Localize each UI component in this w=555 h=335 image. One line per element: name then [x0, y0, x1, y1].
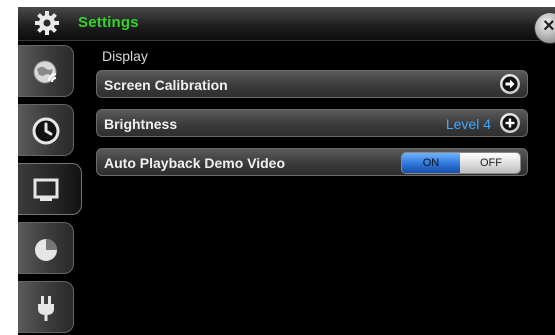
arrow-right-icon: [502, 76, 518, 92]
sidebar: [18, 41, 82, 335]
power-plug-icon: [38, 296, 54, 321]
section-title: Display: [102, 48, 148, 64]
tab-clock[interactable]: [18, 104, 74, 156]
brightness-label: Brightness: [104, 116, 178, 132]
monitor-icon: [33, 178, 59, 201]
close-icon: ×: [543, 15, 555, 37]
brightness-value: Level 4: [445, 116, 491, 132]
plus-icon: [502, 115, 518, 131]
screen-calibration-row[interactable]: Screen Calibration: [96, 70, 528, 98]
pie-chart-icon: [35, 239, 57, 261]
clock-icon: [32, 117, 60, 145]
brightness-button[interactable]: [500, 113, 520, 133]
auto-playback-toggle[interactable]: ON OFF: [401, 152, 521, 174]
tab-network[interactable]: [18, 45, 74, 97]
window-title: Settings: [78, 14, 139, 31]
tab-display[interactable]: [18, 163, 82, 215]
tab-power[interactable]: [18, 281, 74, 333]
toggle-off-option[interactable]: OFF: [460, 153, 520, 173]
settings-window: Settings × Display Screen Calibration Br…: [18, 7, 555, 335]
auto-playback-row: Auto Playback Demo Video ON OFF: [96, 148, 528, 176]
auto-playback-label: Auto Playback Demo Video: [104, 155, 286, 171]
gear-icon: [35, 11, 59, 35]
tab-storage[interactable]: [18, 222, 74, 274]
title-bar: Settings: [18, 7, 555, 41]
brightness-row[interactable]: Brightness Level 4: [96, 109, 528, 137]
toggle-on-option[interactable]: ON: [402, 153, 460, 173]
globe-wifi-icon: [33, 60, 57, 84]
screen-calibration-button[interactable]: [500, 74, 520, 94]
screen-calibration-label: Screen Calibration: [104, 77, 228, 93]
